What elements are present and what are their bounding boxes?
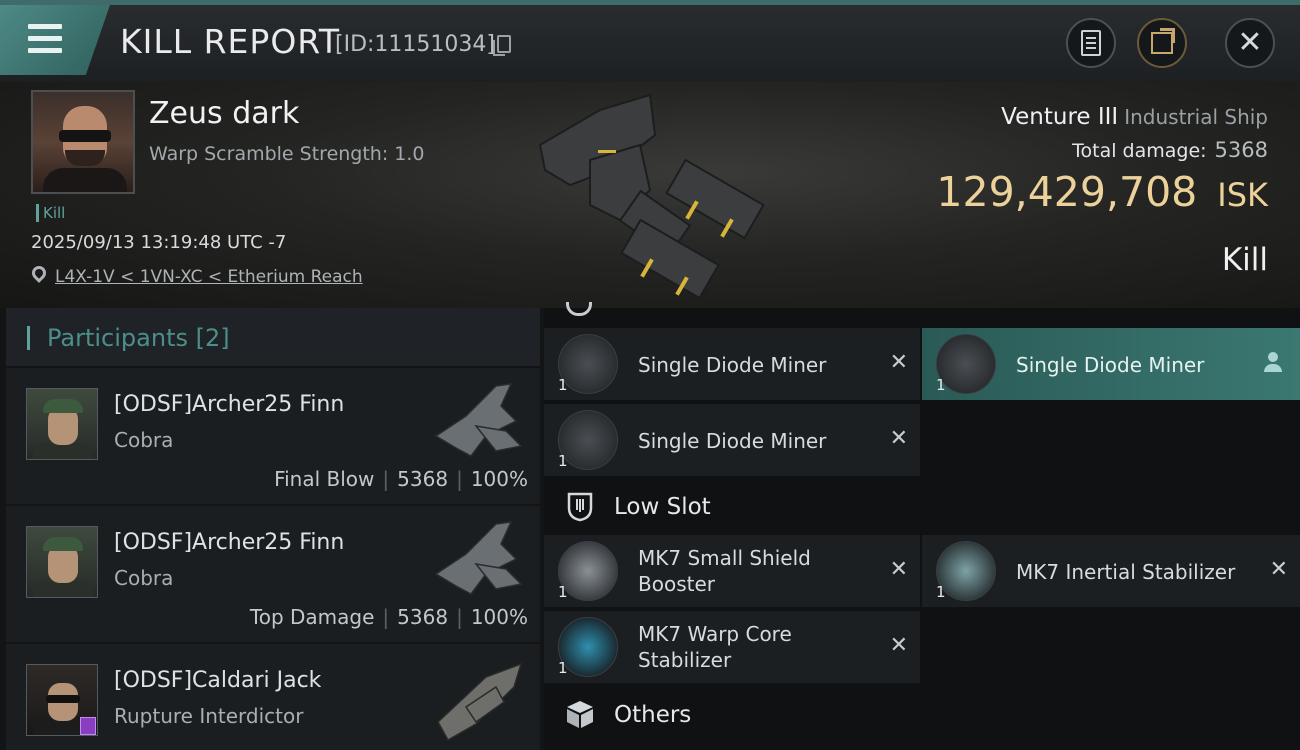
participant-ship: Cobra [114, 428, 174, 452]
fitting-panel: 1 Single Diode Miner ✕ 1 Single Diode Mi… [544, 302, 1300, 750]
page-title: KILL REPORT [120, 22, 340, 61]
participant-damage: 5368 [397, 605, 449, 629]
avatar[interactable] [26, 388, 98, 460]
share-button[interactable] [1137, 18, 1187, 68]
result-label: Kill [1221, 242, 1268, 278]
module-name-line2: Stabilizer [638, 648, 732, 672]
low-slot-label: Low Slot [614, 494, 711, 520]
participant-stats: Top Damage | 5368 | 100% [249, 605, 528, 629]
participant-role: Top Damage [249, 605, 375, 629]
module-item[interactable]: 1 MK7 Small Shield Booster ✕ [544, 535, 920, 607]
module-name: Single Diode Miner [638, 429, 827, 453]
total-damage: Total damage: 5368 [1072, 138, 1268, 162]
victim-name[interactable]: Zeus dark [149, 96, 299, 131]
participant-ship: Rupture Interdictor [114, 704, 304, 728]
avatar[interactable] [26, 526, 98, 598]
module-item[interactable]: 1 MK7 Inertial Stabilizer ✕ [922, 535, 1300, 607]
module-quantity: 1 [936, 376, 946, 394]
isk-amount: 129,429,708 [936, 168, 1198, 216]
module-quantity: 1 [558, 376, 568, 394]
warp-scramble-strength: Warp Scramble Strength: 1.0 [149, 143, 425, 165]
participant-percent: 100% [470, 605, 528, 629]
cargo-box-icon [567, 701, 593, 728]
kill-location-link[interactable]: L4X-1V < 1VN-XC < Etherium Reach [55, 267, 363, 287]
module-quantity: 1 [558, 659, 568, 677]
participant-name: [ODSF]Archer25 Finn [114, 392, 345, 417]
ship-class: Industrial Ship [1124, 105, 1268, 129]
isk-value: 129,429,708 ISK [936, 168, 1268, 216]
module-name-line1: MK7 Small Shield [638, 546, 811, 570]
report-id: [ID:11151034] [335, 32, 495, 57]
clipboard-icon [1081, 30, 1101, 56]
low-slot-icon [567, 492, 593, 522]
module-name-line2: Booster [638, 572, 715, 596]
module-name: Single Diode Miner [638, 353, 827, 377]
module-item[interactable]: 1 Single Diode Miner ✕ [544, 328, 920, 400]
participant-role: Final Blow [274, 467, 375, 491]
participant-ship: Cobra [114, 566, 174, 590]
low-slot-header: Low Slot [544, 484, 1300, 530]
close-icon[interactable]: ✕ [890, 633, 908, 658]
module-name: MK7 Small Shield Booster [638, 545, 811, 597]
ship-name[interactable]: Venture III [1001, 104, 1118, 130]
module-item[interactable]: 1 MK7 Warp Core Stabilizer ✕ [544, 611, 920, 683]
others-label: Others [614, 702, 692, 728]
participant-percent: 100% [470, 467, 528, 491]
close-icon[interactable]: ✕ [890, 426, 908, 451]
slot-icon [566, 302, 592, 316]
participant-row[interactable]: [ODSF]Caldari Jack Rupture Interdictor [6, 644, 540, 750]
copy-icon[interactable] [493, 35, 511, 56]
menu-button[interactable] [0, 5, 110, 75]
others-header: Others [544, 692, 1300, 738]
close-icon[interactable]: ✕ [890, 557, 908, 582]
participant-row[interactable]: [ODSF]Archer25 Finn Cobra Top Damage | 536… [6, 506, 540, 642]
close-icon[interactable]: ✕ [890, 350, 908, 375]
module-quantity: 1 [936, 583, 946, 601]
module-item[interactable]: 1 Single Diode Miner ✕ [544, 404, 920, 476]
victim-header: Zeus dark Warp Scramble Strength: 1.0 Ki… [0, 82, 1300, 308]
participant-name: [ODSF]Caldari Jack [114, 668, 322, 693]
participants-header: Participants [2] [6, 308, 540, 366]
close-icon[interactable]: ✕ [1270, 557, 1288, 582]
participant-ship-image [434, 383, 523, 457]
participant-stats: Final Blow | 5368 | 100% [274, 467, 528, 491]
total-damage-value: 5368 [1214, 138, 1268, 162]
victim-ship-image [538, 93, 765, 300]
participants-panel: Participants [2] [ODSF]Archer25 Finn Cob… [0, 308, 544, 750]
share-icon [1151, 28, 1175, 54]
victim-ship-line: Venture III Industrial Ship [1001, 104, 1268, 130]
participant-damage: 5368 [397, 467, 449, 491]
close-button[interactable]: ✕ [1225, 18, 1275, 68]
notes-button[interactable] [1066, 18, 1116, 68]
participant-ship-image [437, 662, 523, 742]
top-bar: KILL REPORT [ID:11151034] ✕ [0, 0, 1300, 82]
pilot-icon [1264, 352, 1282, 374]
close-icon: ✕ [1237, 25, 1263, 60]
participant-ship-image [434, 521, 523, 595]
module-quantity: 1 [558, 452, 568, 470]
total-damage-label: Total damage: [1072, 140, 1207, 162]
module-name-line1: MK7 Warp Core [638, 622, 792, 646]
corp-badge [80, 717, 96, 735]
map-pin-icon [29, 263, 49, 283]
participant-name: [ODSF]Archer25 Finn [114, 530, 345, 555]
module-quantity: 1 [558, 583, 568, 601]
module-item-selected[interactable]: 1 Single Diode Miner [922, 328, 1300, 400]
module-name: MK7 Inertial Stabilizer [1016, 560, 1236, 584]
victim-portrait[interactable] [31, 90, 135, 194]
module-name: MK7 Warp Core Stabilizer [638, 621, 792, 673]
kill-datetime: 2025/09/13 13:19:48 UTC -7 [31, 232, 287, 253]
kill-tag: Kill [36, 204, 65, 222]
isk-unit: ISK [1217, 176, 1268, 214]
participants-title: Participants [2] [47, 324, 230, 352]
module-name: Single Diode Miner [1016, 353, 1205, 377]
participant-row[interactable]: [ODSF]Archer25 Finn Cobra Final Blow | 536… [6, 368, 540, 504]
avatar[interactable] [26, 664, 98, 736]
